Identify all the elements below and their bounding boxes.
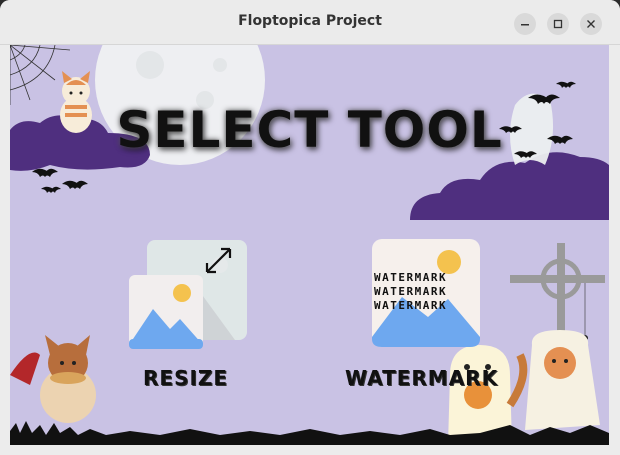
watermark-line: WATERMARK — [374, 271, 448, 284]
watermark-tool-button[interactable]: WATERMARK WATERMARK WATERMARK WATERMARK — [345, 237, 510, 390]
watermark-label: WATERMARK — [345, 366, 499, 390]
minimize-icon — [521, 24, 529, 26]
tool-selection-canvas: SELECT TOOL RESIZE WATERMARK WATERMARK W… — [10, 45, 609, 445]
close-icon — [587, 20, 595, 28]
resize-image-icon — [129, 240, 247, 349]
watermark-text-overlay: WATERMARK WATERMARK WATERMARK — [374, 271, 484, 313]
minimize-button[interactable] — [514, 13, 536, 35]
maximize-icon — [553, 19, 563, 29]
watermark-line: WATERMARK — [374, 299, 448, 312]
resize-tool-button[interactable]: RESIZE — [125, 237, 265, 390]
app-window: Floptopica Project SELECT TOOL RESIZE WA… — [0, 0, 620, 455]
watermark-line: WATERMARK — [374, 285, 448, 298]
page-title: SELECT TOOL — [116, 101, 503, 159]
title-bar[interactable]: Floptopica Project — [0, 0, 620, 45]
close-button[interactable] — [580, 13, 602, 35]
maximize-button[interactable] — [547, 13, 569, 35]
resize-label: RESIZE — [143, 366, 229, 390]
